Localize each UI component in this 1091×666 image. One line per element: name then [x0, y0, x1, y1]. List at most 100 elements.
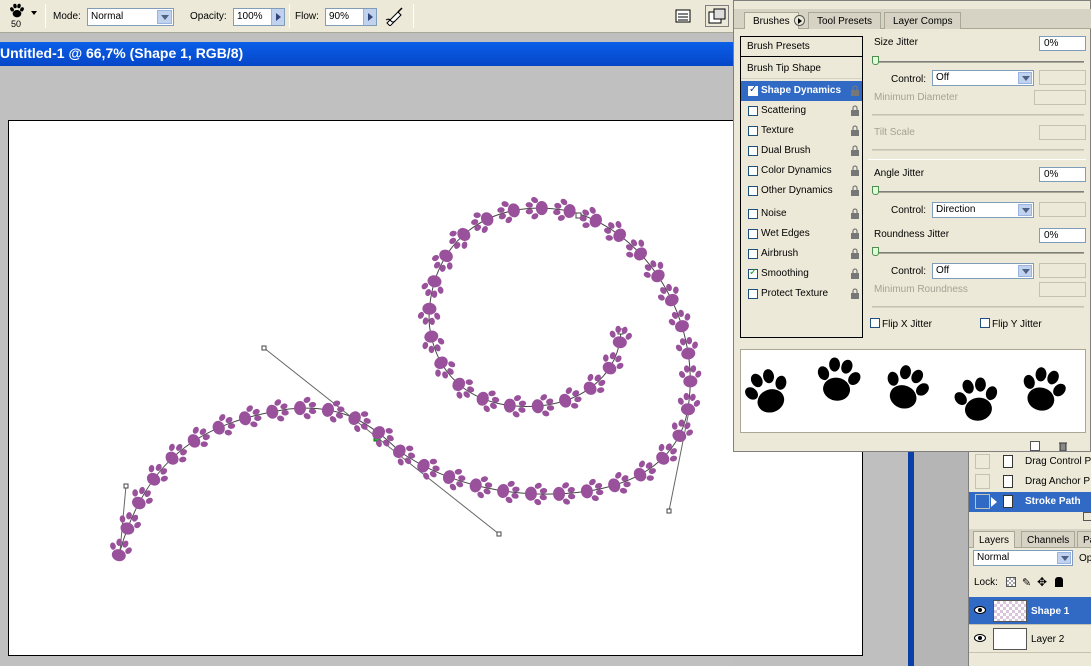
slider-toggle-icon[interactable] [271, 9, 284, 25]
document-title: Untitled-1 @ 66,7% (Shape 1, RGB/8) [0, 45, 244, 61]
new-brush-icon[interactable] [1030, 441, 1040, 451]
layer-row[interactable]: Shape 1 [969, 597, 1091, 625]
brush-setting-scattering[interactable]: Scattering [741, 101, 862, 121]
brush-setting-checkbox[interactable] [748, 229, 758, 239]
document-title-bar[interactable]: Untitled-1 @ 66,7% (Shape 1, RGB/8) [0, 42, 733, 66]
tab-brushes[interactable]: Brushes [744, 12, 799, 29]
slider-thumb[interactable] [872, 186, 879, 195]
lock-icon[interactable] [850, 248, 860, 259]
tab-layer-comps[interactable]: Layer Comps [884, 12, 962, 29]
brush-setting-noise[interactable]: Noise [741, 204, 862, 224]
lock-icon[interactable] [850, 228, 860, 239]
brush-setting-checkbox[interactable] [748, 146, 758, 156]
control-point[interactable] [123, 483, 129, 489]
history-snapshot-toggle[interactable] [975, 474, 990, 489]
eye-icon[interactable] [974, 605, 986, 615]
angle-control-select[interactable]: Direction [932, 202, 1034, 218]
size-jitter-label: Size Jitter [874, 37, 918, 48]
brush-setting-smoothing[interactable]: Smoothing [741, 264, 862, 284]
size-jitter-input[interactable]: 0% [1039, 36, 1086, 51]
palette-well-button[interactable] [672, 6, 694, 26]
history-item[interactable]: Drag Control P [969, 452, 1091, 472]
layer-row[interactable]: Layer 2 [969, 625, 1091, 653]
brush-setting-label: Noise [761, 208, 787, 219]
trash-icon[interactable] [1058, 441, 1068, 452]
roundness-jitter-input[interactable]: 0% [1039, 228, 1086, 243]
brush-setting-label: Protect Texture [761, 288, 829, 299]
history-snapshot-toggle[interactable] [975, 454, 990, 469]
brush-setting-airbrush[interactable]: Airbrush [741, 244, 862, 264]
tab-paths[interactable]: Pa [1077, 531, 1091, 548]
lock-icon[interactable] [850, 145, 860, 156]
brush-setting-checkbox[interactable] [748, 209, 758, 219]
brush-setting-checkbox[interactable] [748, 267, 758, 279]
lock-icon[interactable] [850, 165, 860, 176]
size-control-select[interactable]: Off [932, 70, 1034, 86]
brush-tip-shape-item[interactable]: Brush Tip Shape [741, 59, 862, 79]
lock-label: Lock: [974, 577, 998, 588]
layers-tab-row: Layers Channels Pa [969, 529, 1091, 548]
brush-settings-list: Brush Presets Brush Tip Shape Shape Dyna… [740, 36, 863, 338]
angle-jitter-slider[interactable] [872, 191, 1084, 193]
brush-setting-checkbox[interactable] [748, 166, 758, 176]
history-item[interactable]: Drag Anchor P [969, 472, 1091, 492]
lock-icon[interactable] [850, 288, 860, 299]
brush-setting-checkbox[interactable] [748, 106, 758, 116]
mode-select[interactable]: Normal [87, 8, 174, 26]
layer-blend-mode-select[interactable]: Normal [973, 550, 1073, 566]
flip-y-checkbox[interactable] [980, 318, 990, 328]
roundness-jitter-slider[interactable] [872, 252, 1084, 254]
roundness-control-select[interactable]: Off [932, 263, 1034, 279]
brush-setting-dual-brush[interactable]: Dual Brush [741, 141, 862, 161]
lock-icon[interactable] [850, 268, 860, 279]
control-point[interactable] [496, 531, 502, 537]
brush-setting-checkbox[interactable] [748, 84, 758, 96]
lock-image-icon[interactable]: ✎ [1022, 576, 1031, 589]
lock-transparency-icon[interactable] [1006, 577, 1016, 587]
brush-setting-color-dynamics[interactable]: Color Dynamics [741, 161, 862, 181]
tab-tool-presets[interactable]: Tool Presets [808, 12, 882, 29]
airbrush-button[interactable] [384, 6, 406, 27]
brush-setting-other-dynamics[interactable]: Other Dynamics [741, 181, 862, 201]
brush-setting-checkbox[interactable] [748, 126, 758, 136]
flip-x-checkbox[interactable] [870, 318, 880, 328]
control-point[interactable] [261, 345, 267, 351]
brush-setting-checkbox[interactable] [748, 186, 758, 196]
control-point[interactable] [666, 508, 672, 514]
brush-setting-protect-texture[interactable]: Protect Texture [741, 284, 862, 304]
lock-icon[interactable] [850, 105, 860, 116]
brush-setting-checkbox[interactable] [748, 289, 758, 299]
angle-jitter-input[interactable]: 0% [1039, 167, 1086, 182]
history-palette: Drag Control P Drag Anchor P Stroke Path [968, 452, 1091, 527]
flow-input[interactable]: 90% [325, 8, 377, 26]
history-item[interactable]: Stroke Path [969, 492, 1091, 512]
lock-all-icon[interactable] [1055, 577, 1063, 587]
eye-icon[interactable] [974, 633, 986, 643]
slider-toggle-icon[interactable] [363, 9, 376, 25]
toggle-palettes-button[interactable] [705, 5, 729, 27]
roundness-jitter-label: Roundness Jitter [874, 229, 950, 240]
lock-icon[interactable] [850, 125, 860, 136]
palette-menu-icon[interactable] [1083, 512, 1091, 521]
size-jitter-slider[interactable] [872, 61, 1084, 63]
slider-thumb[interactable] [872, 56, 879, 65]
slider-thumb[interactable] [872, 247, 879, 256]
palette-menu-icon[interactable] [794, 15, 805, 26]
chevron-down-icon[interactable] [31, 11, 37, 15]
brush-preset-picker[interactable] [8, 3, 28, 19]
tab-layers[interactable]: Layers [973, 531, 1016, 548]
brush-setting-wet-edges[interactable]: Wet Edges [741, 224, 862, 244]
brush-presets-item[interactable]: Brush Presets [741, 37, 862, 57]
tab-channels[interactable]: Channels [1021, 531, 1076, 548]
roundness-control-label: Control: [891, 266, 927, 277]
work-path[interactable] [119, 207, 691, 552]
lock-icon[interactable] [850, 208, 860, 219]
opacity-input[interactable]: 100% [233, 8, 285, 26]
brush-setting-checkbox[interactable] [748, 249, 758, 259]
brush-setting-texture[interactable]: Texture [741, 121, 862, 141]
lock-icon[interactable] [850, 85, 860, 96]
lock-icon[interactable] [850, 185, 860, 196]
brush-setting-shape-dynamics[interactable]: Shape Dynamics [741, 81, 862, 101]
lock-position-icon[interactable]: ✥ [1037, 575, 1047, 589]
history-snapshot-toggle[interactable] [975, 494, 990, 509]
